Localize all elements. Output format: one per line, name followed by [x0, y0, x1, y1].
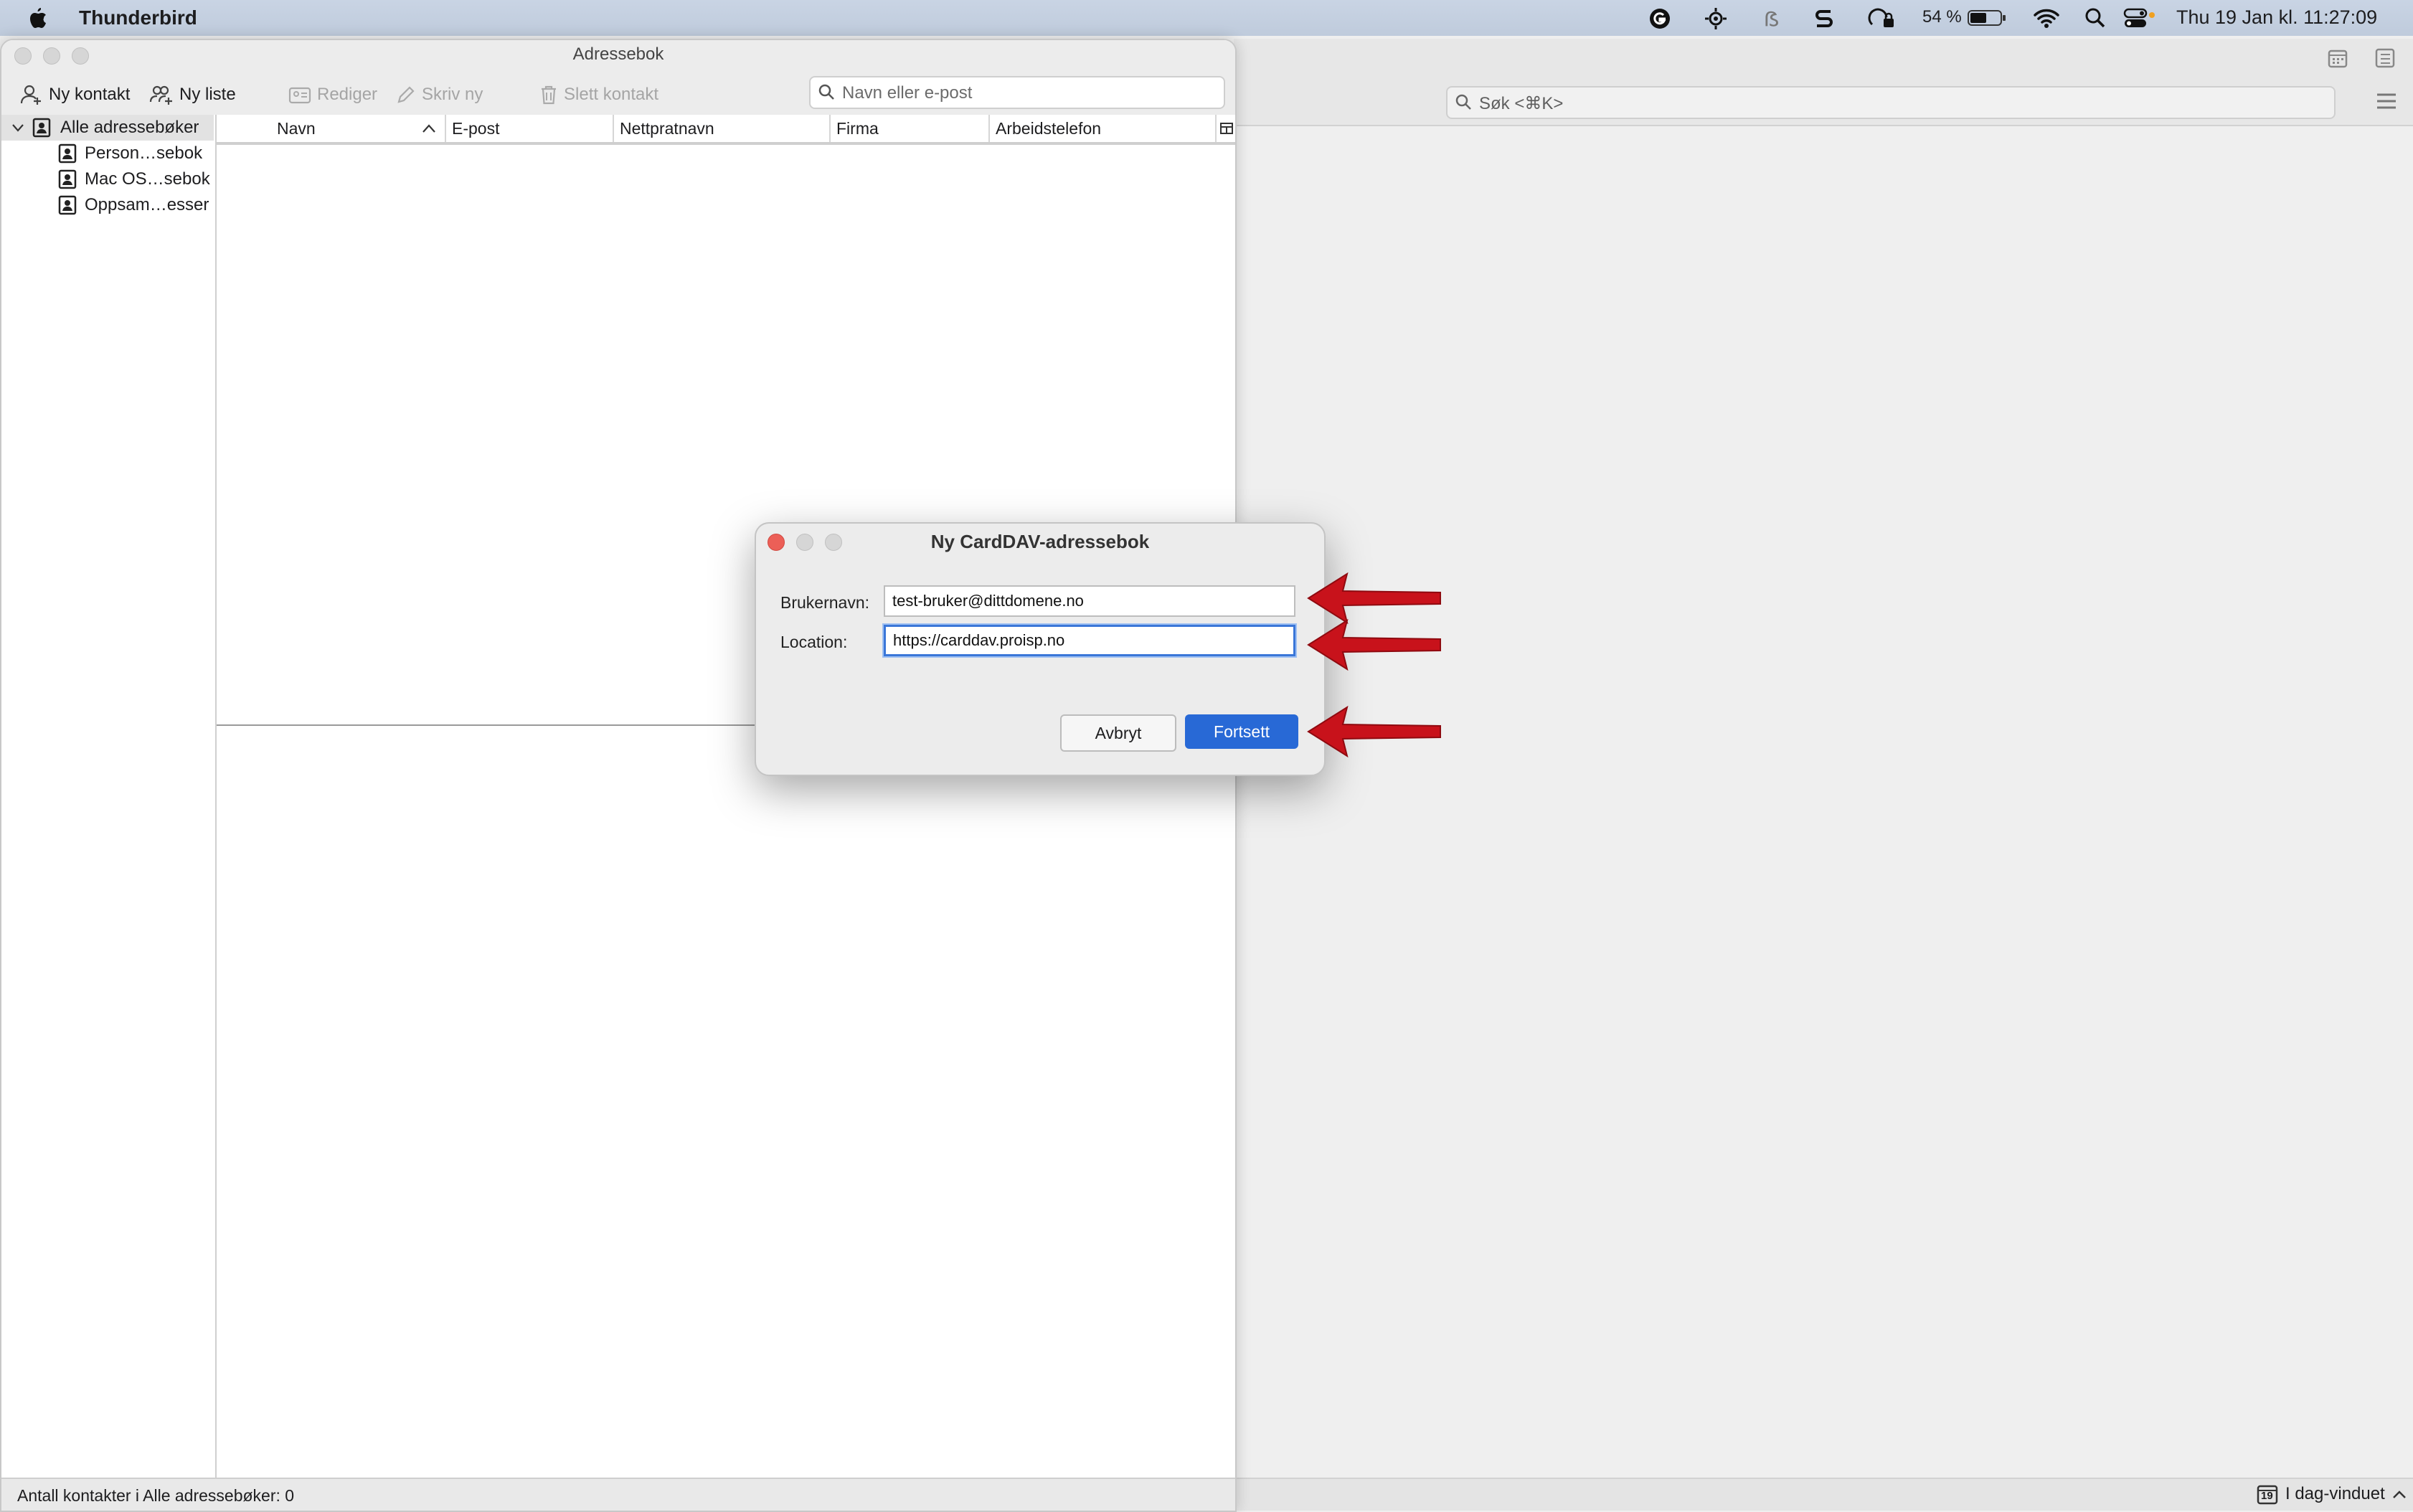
addressbook-icon [57, 169, 77, 189]
apple-icon[interactable] [27, 6, 47, 29]
column-email[interactable]: E-post [445, 115, 613, 142]
edit-label: Rediger [317, 85, 378, 104]
tree-item-label: Oppsam…esser [85, 195, 209, 214]
gear-sun-icon[interactable] [1704, 7, 1727, 29]
main-status-bar [1234, 1478, 2413, 1511]
delete-contact-label: Slett kontakt [564, 85, 659, 104]
location-label: Location: [780, 633, 848, 651]
addressbook-status-bar: Antall kontakter i Alle adressebøker: 0 [1, 1478, 1235, 1511]
new-contact-button[interactable]: Ny kontakt [20, 80, 130, 109]
cancel-button[interactable]: Avbryt [1060, 714, 1176, 752]
contact-count-status: Antall kontakter i Alle adressebøker: 0 [17, 1486, 295, 1505]
annotation-arrow-icon [1303, 616, 1446, 674]
username-field[interactable] [884, 585, 1295, 617]
tree-item-personal[interactable]: Person…sebok [1, 141, 214, 166]
delete-contact-button[interactable]: Slett kontakt [539, 80, 658, 109]
control-center-icon[interactable] [2123, 7, 2156, 29]
tree-item-macos[interactable]: Mac OS…sebok [1, 166, 214, 192]
contact-search-placeholder: Navn eller e-post [842, 83, 973, 103]
addressbook-icon [32, 118, 52, 138]
global-search-input[interactable]: Søk <⌘K> [1446, 86, 2336, 119]
annotation-arrow-icon [1303, 703, 1446, 760]
search-icon [1455, 93, 1472, 110]
svg-text:ẞ: ẞ [1764, 7, 1779, 30]
addressbook-title: Adressebok [572, 44, 664, 64]
column-chatname-label: Nettpratnavn [620, 118, 714, 138]
column-name[interactable]: Navn [217, 115, 445, 142]
contacts-column-header: Navn E-post Nettpratnavn Firma Arbeidste… [217, 115, 1235, 143]
tree-item-label: Person…sebok [85, 143, 203, 163]
global-search-placeholder: Søk <⌘K> [1479, 94, 1564, 113]
edit-card-icon [288, 85, 311, 105]
column-work-phone-label: Arbeidstelefon [996, 118, 1102, 138]
trash-icon [539, 84, 558, 105]
location-field[interactable] [884, 625, 1295, 656]
tree-item-label: Alle adressebøker [60, 118, 199, 137]
column-chatname[interactable]: Nettpratnavn [613, 115, 829, 142]
column-email-label: E-post [452, 118, 500, 138]
column-company-label: Firma [836, 118, 879, 138]
edit-button[interactable]: Rediger [288, 80, 377, 109]
column-name-label: Navn [277, 118, 316, 138]
search-icon [818, 83, 835, 100]
chevron-down-icon[interactable] [11, 123, 24, 133]
today-pane-toggle[interactable]: 19 I dag-vinduet [2257, 1483, 2407, 1505]
tree-item-all-addressbooks[interactable]: Alle adressebøker [1, 115, 214, 141]
tree-item-label: Mac OS…sebok [85, 169, 210, 189]
today-day-number: 19 [2261, 1490, 2273, 1502]
column-work-phone[interactable]: Arbeidstelefon [988, 115, 1215, 142]
continue-button[interactable]: Fortsett [1185, 714, 1298, 749]
tasks-icon[interactable] [2374, 47, 2396, 69]
contact-search-input[interactable]: Navn eller e-post [809, 76, 1225, 109]
write-label: Skriv ny [422, 85, 483, 104]
pencil-icon [396, 85, 416, 105]
wifi-icon[interactable] [2033, 7, 2060, 29]
addressbook-tree: Alle adressebøker Person…sebok Mac OS…se… [1, 115, 217, 1478]
s-icon[interactable]: ẞ [1762, 7, 1779, 30]
battery-percent: 54 % [1922, 7, 1962, 27]
today-calendar-icon: 19 [2257, 1483, 2278, 1505]
dialog-title: Ny CardDAV-adressebok [930, 531, 1150, 552]
addressbook-icon [57, 143, 77, 164]
new-contact-label: Ny kontakt [49, 85, 131, 104]
vpn-lock-icon[interactable] [1868, 7, 1897, 29]
calendar-icon[interactable] [2327, 47, 2348, 69]
grammarly-icon[interactable] [1648, 7, 1671, 29]
app-menu-icon[interactable] [2376, 92, 2397, 110]
new-list-icon [149, 83, 174, 106]
carddav-dialog: Ny CardDAV-adressebok Brukernavn: Locati… [755, 522, 1326, 776]
new-list-label: Ny liste [179, 85, 236, 104]
menu-bar: Thunderbird ẞ 54 % Thu 19 Jan kl. 11:27:… [0, 0, 2413, 36]
new-list-button[interactable]: Ny liste [149, 80, 236, 109]
today-pane-label: I dag-vinduet [2285, 1484, 2385, 1503]
battery-icon[interactable] [1967, 7, 2007, 29]
tree-item-collected[interactable]: Oppsam…esser [1, 192, 214, 218]
username-label: Brukernavn: [780, 593, 870, 612]
s-logo-icon[interactable] [1813, 7, 1835, 29]
spotlight-icon[interactable] [2084, 7, 2106, 29]
addressbook-icon [57, 195, 77, 215]
chevron-up-icon [2392, 1489, 2407, 1499]
column-company[interactable]: Firma [829, 115, 988, 142]
clock[interactable]: Thu 19 Jan kl. 11:27:09 [2176, 6, 2377, 29]
column-picker-icon[interactable] [1215, 115, 1235, 142]
new-contact-icon [20, 83, 43, 106]
sort-ascending-icon [422, 123, 436, 133]
app-name-menu[interactable]: Thunderbird [79, 6, 197, 29]
write-button[interactable]: Skriv ny [396, 80, 483, 109]
